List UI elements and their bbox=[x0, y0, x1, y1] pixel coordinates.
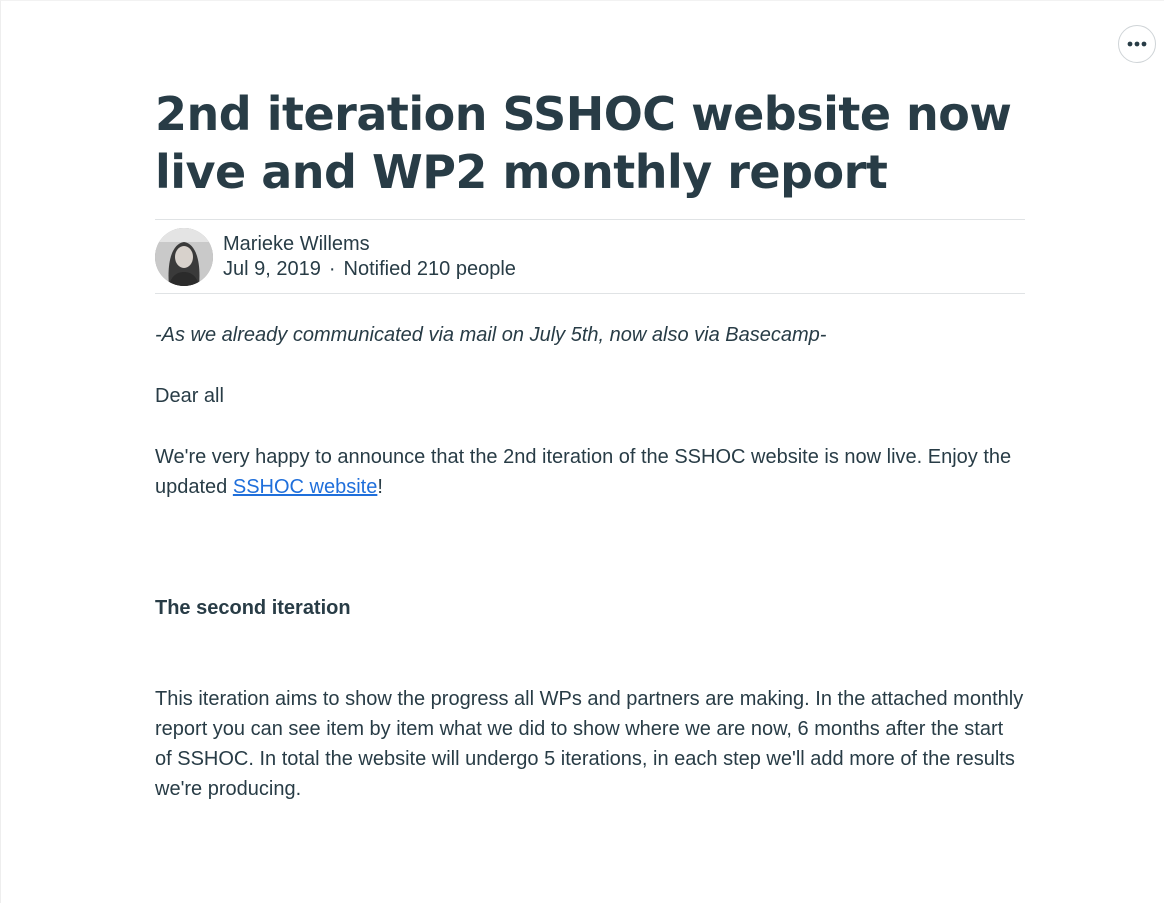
message-title: 2nd iteration SSHOC website now live and… bbox=[155, 87, 1012, 199]
more-horizontal-icon bbox=[1127, 41, 1147, 47]
greeting: Dear all bbox=[155, 385, 224, 407]
intro-note: -As we already communicated via mail on … bbox=[155, 324, 827, 346]
byline: Marieke Willems Jul 9, 2019 · Notified 2… bbox=[155, 219, 1025, 294]
post-date: Jul 9, 2019 bbox=[223, 257, 321, 280]
iteration-paragraph: This iteration aims to show the progress… bbox=[155, 688, 1024, 800]
announcement-paragraph: We're very happy to announce that the 2n… bbox=[155, 442, 1025, 502]
author-info: Marieke Willems Jul 9, 2019 · Notified 2… bbox=[223, 232, 516, 282]
more-options-button[interactable] bbox=[1118, 25, 1156, 63]
message-body: -As we already communicated via mail on … bbox=[155, 320, 1025, 804]
announcement-end: ! bbox=[377, 476, 383, 498]
notified-count[interactable]: Notified 210 people bbox=[344, 257, 516, 282]
message-page: 2nd iteration SSHOC website now live and… bbox=[0, 0, 1164, 903]
author-name[interactable]: Marieke Willems bbox=[223, 232, 516, 257]
sshoc-website-link[interactable]: SSHOC website bbox=[233, 476, 378, 498]
section-heading: The second iteration bbox=[155, 597, 351, 619]
avatar-photo bbox=[155, 227, 213, 286]
meta-separator: · bbox=[328, 257, 336, 280]
meta-line: Jul 9, 2019 · Notified 210 people bbox=[223, 257, 516, 282]
message-content: 2nd iteration SSHOC website now live and… bbox=[155, 85, 1025, 804]
author-avatar[interactable] bbox=[155, 227, 213, 286]
